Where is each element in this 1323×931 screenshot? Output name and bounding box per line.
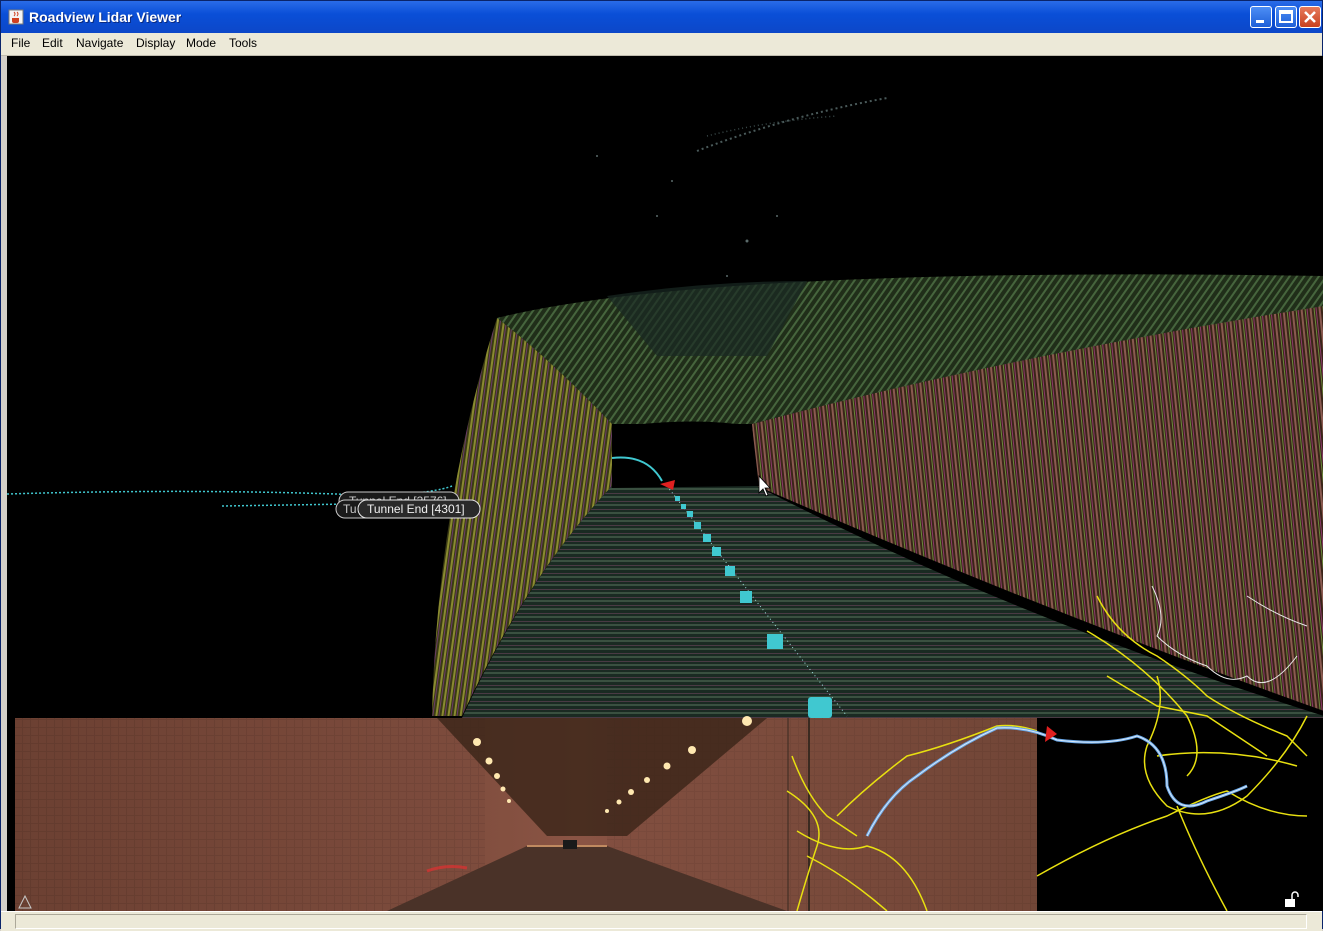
lidar-viewport[interactable]: Tunnel End [3576] Tu Tunnel End [4301] xyxy=(7,56,1323,911)
minimize-button[interactable] xyxy=(1250,6,1272,28)
status-field xyxy=(15,914,1307,929)
point-cloud-canvas[interactable]: Tunnel End [3576] Tu Tunnel End [4301] xyxy=(7,56,1323,911)
status-bar xyxy=(1,911,1322,931)
app-window: Roadview Lidar Viewer File Edit Navigate… xyxy=(0,0,1323,931)
java-cup-icon xyxy=(8,9,24,25)
tunnel-exit-opening xyxy=(612,421,759,488)
menu-mode[interactable]: Mode xyxy=(186,36,216,50)
tunnel-end-label-4301[interactable]: Tunnel End [4301] xyxy=(357,499,481,519)
sparse-points xyxy=(596,97,888,277)
menu-display[interactable]: Display xyxy=(136,36,175,50)
minimize-icon xyxy=(1256,20,1264,23)
maximize-icon xyxy=(1279,10,1293,23)
title-bar[interactable]: Roadview Lidar Viewer xyxy=(1,1,1322,33)
window-title: Roadview Lidar Viewer xyxy=(29,9,182,25)
menu-tools[interactable]: Tools xyxy=(229,36,257,50)
camera-image-panel[interactable] xyxy=(15,716,1037,911)
menu-bar: File Edit Navigate Display Mode Tools xyxy=(1,33,1322,56)
maximize-button[interactable] xyxy=(1275,6,1297,28)
menu-edit[interactable]: Edit xyxy=(42,36,63,50)
menu-navigate[interactable]: Navigate xyxy=(76,36,123,50)
close-icon xyxy=(1304,11,1316,23)
close-button[interactable] xyxy=(1299,6,1321,28)
menu-file[interactable]: File xyxy=(11,36,30,50)
tunnel-end-label-behind-text: Tu xyxy=(343,502,357,516)
tunnel-end-label-4301-text: Tunnel End [4301] xyxy=(367,502,465,516)
